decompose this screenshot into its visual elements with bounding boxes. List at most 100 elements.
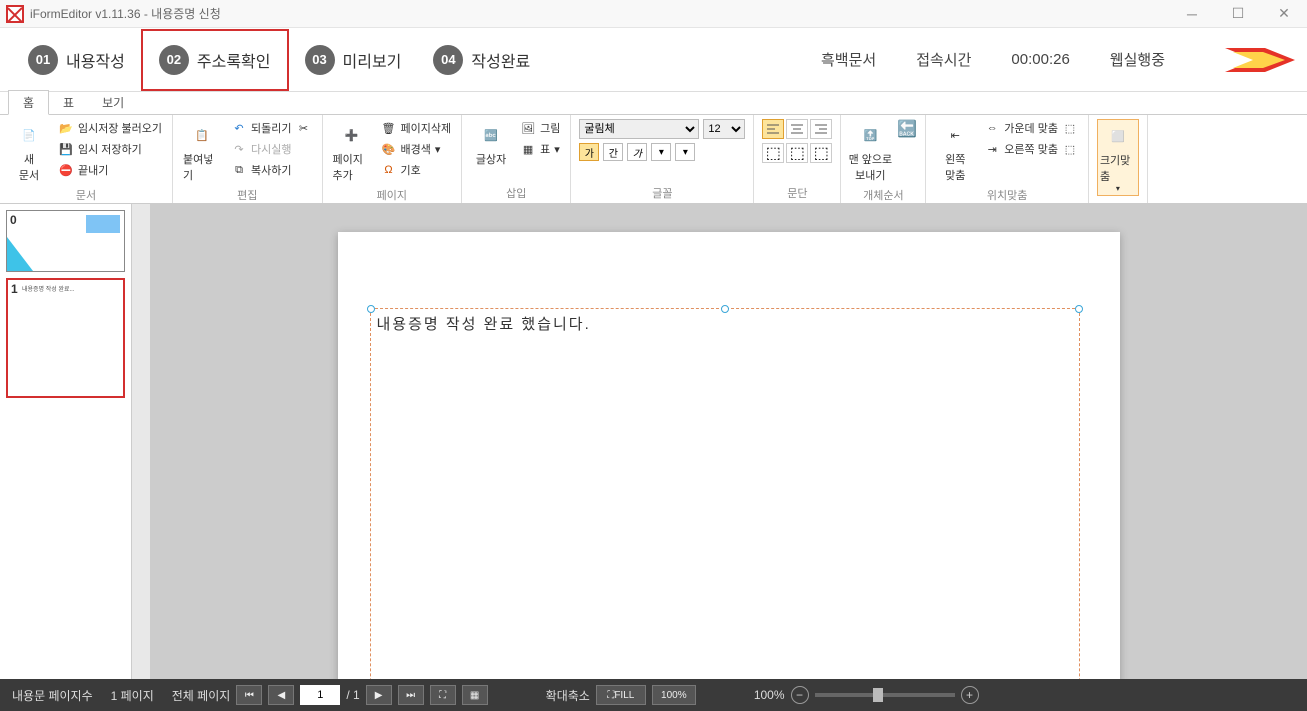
statusbar: 내용문 페이지수 1 페이지 전체 페이지 ⏮ ◀ / 1 ▶ ⏭ ⛶ ▦ 확대… <box>0 679 1307 711</box>
doc-mode-label: 흑백문서 <box>821 49 876 70</box>
size-fit-button[interactable]: ⬜ 크기맞춤 ▾ <box>1097 119 1139 196</box>
table-icon: ▦ <box>520 141 536 157</box>
close-button[interactable]: ✕ <box>1261 0 1307 28</box>
bring-front-button[interactable]: 🔝 맨 앞으로 보내기 <box>849 119 891 185</box>
zoom-in-button[interactable]: + <box>961 686 979 704</box>
new-doc-button[interactable]: 📄 새 문서 <box>8 119 50 185</box>
align-left-button[interactable] <box>762 119 784 139</box>
align-right-obj-button[interactable]: ⇥오른쪽 맞춤⬚ <box>982 140 1080 158</box>
step-4[interactable]: 04 작성완료 <box>417 29 546 91</box>
tab-table[interactable]: 표 <box>49 91 88 114</box>
textbox-button[interactable]: 🔤 글상자 <box>470 119 512 169</box>
minimize-button[interactable]: ─ <box>1169 0 1215 28</box>
align-right-button[interactable] <box>810 119 832 139</box>
right-obj-icon: ⇥ <box>984 141 1000 157</box>
symbol-button[interactable]: Ω기호 <box>379 161 454 179</box>
delete-page-button[interactable]: 🗑페이지삭제 <box>379 119 454 137</box>
thumb-0[interactable]: 0 <box>6 210 125 272</box>
bgcolor-button[interactable]: 🎨배경색▾ <box>379 140 454 158</box>
sb-grid-button[interactable]: ▦ <box>462 685 488 705</box>
valign-bot-button[interactable]: ⬚ <box>810 143 832 163</box>
current-page-input[interactable] <box>300 685 340 705</box>
sb-100-button[interactable]: 100% <box>652 685 696 705</box>
page[interactable]: 내용증명 작성 완료 했습니다. <box>338 232 1120 679</box>
valign-mid-button[interactable]: ⬚ <box>786 143 808 163</box>
step-3-num: 03 <box>305 45 335 75</box>
add-page-button[interactable]: ➕ 페이지추가 <box>331 119 373 185</box>
app-icon <box>6 5 24 23</box>
align-center-button[interactable] <box>786 119 808 139</box>
misc-icon: ⬚ <box>1062 120 1078 136</box>
dropdown-icon: ▾ <box>435 143 441 156</box>
prev-page-button[interactable]: ◀ <box>268 685 294 705</box>
first-page-button[interactable]: ⏮ <box>236 685 262 705</box>
picture-button[interactable]: 🖼그림 <box>518 119 562 137</box>
sb-pagecount-label: 내용문 페이지수 <box>12 687 93 704</box>
canvas[interactable]: 내용증명 작성 완료 했습니다. <box>150 204 1307 679</box>
valign-top-button[interactable]: ⬚ <box>762 143 784 163</box>
align-left-obj-icon: ⇤ <box>941 121 969 149</box>
table-button[interactable]: ▦표▾ <box>518 140 562 158</box>
align-center-obj-button[interactable]: ⇔가운데 맞춤⬚ <box>982 119 1080 137</box>
zoom-slider[interactable] <box>815 693 955 697</box>
underline-button[interactable]: 간 <box>603 143 623 161</box>
zoom-out-button[interactable]: − <box>791 686 809 704</box>
step-1[interactable]: 01 내용작성 <box>12 29 141 91</box>
paste-icon: 📋 <box>188 121 216 149</box>
step-4-num: 04 <box>433 45 463 75</box>
font-color-button[interactable]: ▾ <box>651 143 671 161</box>
font-family-select[interactable]: 굴림체 <box>579 119 699 139</box>
copy-button[interactable]: ⧉복사하기 <box>229 161 313 179</box>
font-size-select[interactable]: 12 <box>703 119 745 139</box>
thumb-1[interactable]: 1 내용증명 작성 완료... <box>6 278 125 398</box>
sb-pagecount-value: 1 페이지 <box>111 687 154 704</box>
ribbon-tabs: 홈 표 보기 <box>0 92 1307 114</box>
italic-button[interactable]: 가 <box>627 143 647 161</box>
maximize-button[interactable]: ☐ <box>1215 0 1261 28</box>
add-page-icon: ➕ <box>338 121 366 149</box>
resize-handle[interactable] <box>721 305 729 313</box>
sb-fit-button[interactable]: ⛶ <box>430 685 456 705</box>
resize-handle[interactable] <box>1075 305 1083 313</box>
cut-icon: ✂ <box>296 120 312 136</box>
send-back-icon[interactable]: 🔙 <box>897 119 917 139</box>
group-doc-label: 문서 <box>8 185 164 203</box>
group-insert-label: 삽입 <box>470 183 562 201</box>
step-2[interactable]: 02 주소록확인 <box>141 29 289 91</box>
paste-button[interactable]: 📋 붙여넣기 <box>181 119 223 185</box>
zoom-knob[interactable] <box>873 688 883 702</box>
last-page-button[interactable]: ⏭ <box>398 685 424 705</box>
thumb-scrollbar[interactable] <box>132 204 150 679</box>
save-temp-button[interactable]: 💾임시 저장하기 <box>56 140 164 158</box>
font-highlight-button[interactable]: ▾ <box>675 143 695 161</box>
step-3[interactable]: 03 미리보기 <box>289 29 418 91</box>
load-temp-button[interactable]: 📂임시저장 불러오기 <box>56 119 164 137</box>
brand-logo <box>1225 40 1295 80</box>
tab-view[interactable]: 보기 <box>88 91 138 114</box>
align-left-obj-button[interactable]: ⇤ 왼쪽 맞춤 <box>934 119 976 185</box>
textbox-selected[interactable]: 내용증명 작성 완료 했습니다. <box>370 308 1080 679</box>
group-edit-label: 편집 <box>181 185 313 203</box>
sb-fill-button[interactable]: ⛶ FILL <box>596 685 646 705</box>
textbox-content[interactable]: 내용증명 작성 완료 했습니다. <box>371 309 1079 338</box>
dropdown-icon: ▾ <box>1116 184 1120 193</box>
new-doc-icon: 📄 <box>15 121 43 149</box>
undo-button[interactable]: ↶되돌리기✂ <box>229 119 313 137</box>
exit-icon: ⛔ <box>58 162 74 178</box>
running-label: 웹실행중 <box>1110 49 1165 70</box>
bold-button[interactable]: 가 <box>579 143 599 161</box>
bring-front-icon: 🔝 <box>856 121 884 149</box>
dropdown-icon: ▾ <box>554 143 560 156</box>
next-page-button[interactable]: ▶ <box>366 685 392 705</box>
misc-icon-2: ⬚ <box>1062 141 1078 157</box>
timer-value: 00:00:26 <box>1011 51 1069 68</box>
resize-handle[interactable] <box>367 305 375 313</box>
redo-button[interactable]: ↷다시실행 <box>229 140 313 158</box>
textbox-icon: 🔤 <box>477 121 505 149</box>
tab-home[interactable]: 홈 <box>8 90 49 115</box>
work-area: 0 1 내용증명 작성 완료... 내용증명 작성 완료 했습니다. <box>0 204 1307 679</box>
sb-total-pages: / 1 <box>346 688 359 702</box>
size-fit-icon: ⬜ <box>1104 122 1132 150</box>
exit-button[interactable]: ⛔끝내기 <box>56 161 164 179</box>
sb-total-label: 전체 페이지 <box>172 687 231 704</box>
